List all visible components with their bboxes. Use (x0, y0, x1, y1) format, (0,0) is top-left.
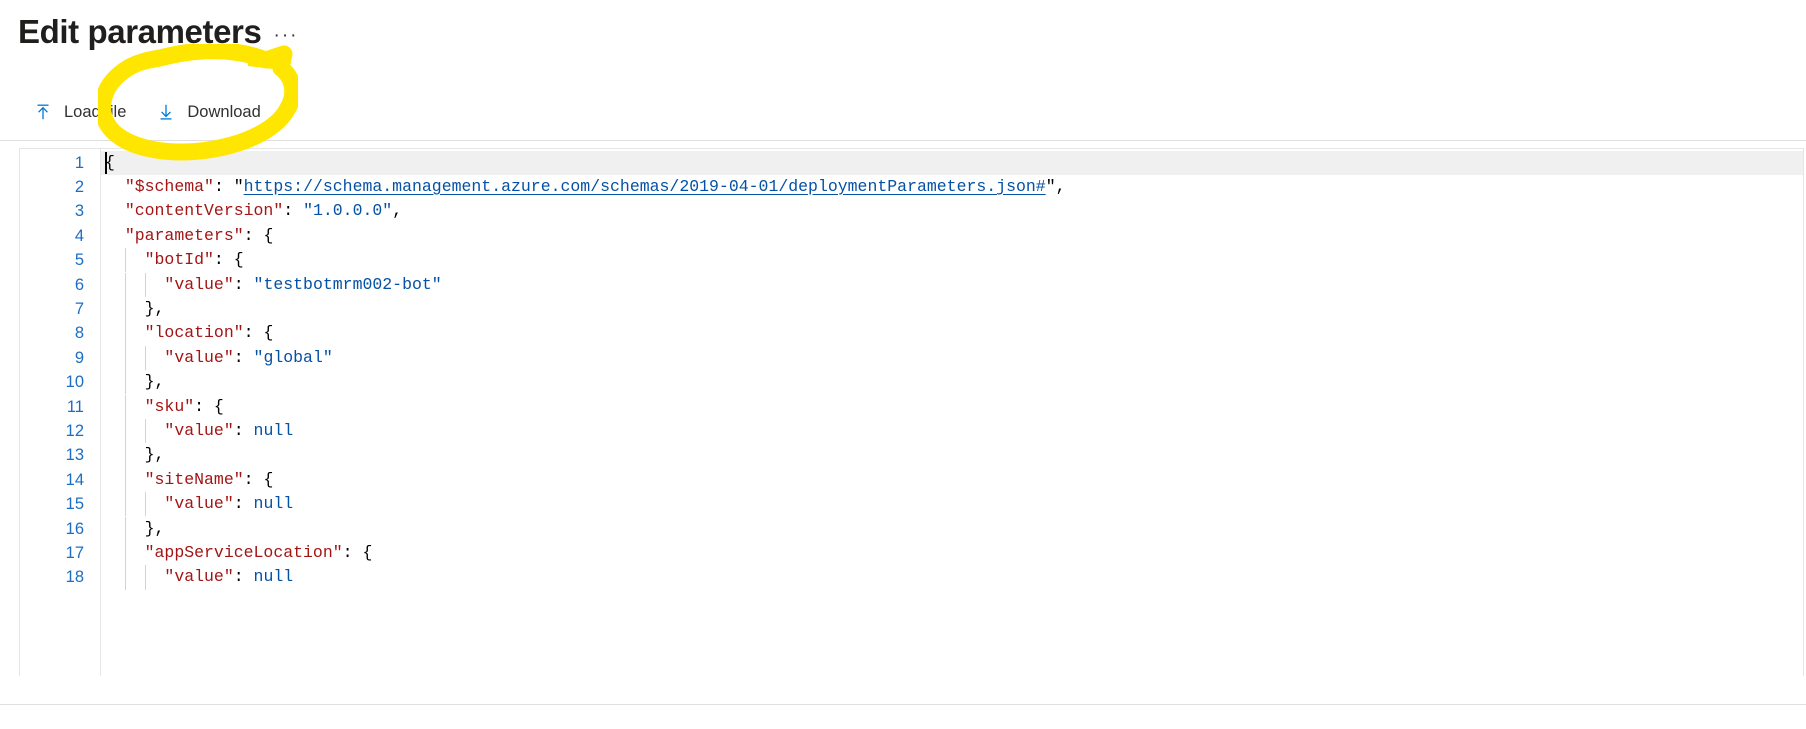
code-token: null (253, 420, 294, 440)
text-cursor (105, 151, 107, 174)
download-icon (156, 102, 176, 122)
line-number: 1 (74, 153, 84, 172)
line-number: 3 (74, 202, 84, 221)
command-bar: Load file Download (0, 88, 1806, 136)
code-line[interactable]: }, (101, 443, 165, 467)
line-number: 14 (65, 470, 84, 489)
line-number: 6 (74, 275, 84, 294)
line-number: 12 (65, 421, 84, 440)
line-number: 9 (74, 348, 84, 367)
code-token: : { (243, 225, 274, 245)
code-token: "global" (253, 347, 333, 367)
code-token: "testbotmrm002-bot" (253, 274, 442, 294)
code-line[interactable]: "value": null (101, 492, 293, 516)
code-line[interactable]: "value": "global" (101, 346, 333, 370)
code-token: }, (144, 518, 165, 538)
line-number: 7 (74, 299, 84, 318)
code-token: "sku" (144, 396, 195, 416)
code-token: "value" (164, 274, 234, 294)
code-token: : { (194, 396, 224, 416)
code-line[interactable]: "parameters": { (101, 224, 274, 248)
code-token: : (233, 347, 254, 367)
code-token: "parameters" (124, 225, 244, 245)
code-token: : (233, 494, 254, 514)
load-file-label: Load file (64, 102, 127, 121)
page-title: Edit parameters (18, 13, 262, 50)
code-token: , (392, 201, 403, 221)
line-number: 5 (74, 251, 84, 270)
line-number: 17 (65, 543, 84, 562)
code-token: : (233, 567, 254, 587)
line-number: 15 (65, 495, 84, 514)
line-number: 13 (65, 446, 84, 465)
line-number: 2 (74, 177, 84, 196)
line-number-gutter: 1 2 3 4 5 6 7 8 9 10 11 12 13 14 15 16 17 18 (20, 149, 101, 676)
code-line[interactable]: "sku": { (101, 395, 224, 419)
code-area[interactable]: { "$schema": "https://schema.management.… (101, 149, 1803, 676)
code-token: "value" (164, 347, 234, 367)
code-line[interactable]: }, (101, 517, 165, 541)
load-file-button[interactable]: Load file (22, 92, 137, 132)
line-number: 4 (74, 226, 84, 245)
code-token: }, (144, 445, 165, 465)
code-token: : (233, 274, 254, 294)
code-token: "value" (164, 494, 234, 514)
code-line[interactable]: }, (101, 297, 165, 321)
line-number: 16 (65, 519, 84, 538)
line-number: 18 (65, 568, 84, 587)
code-token: "contentVersion" (124, 201, 284, 221)
json-editor[interactable]: 1 2 3 4 5 6 7 8 9 10 11 12 13 14 15 16 17 18 { "$schema":… (19, 148, 1804, 676)
code-line[interactable]: "value": null (101, 419, 293, 443)
more-options-icon[interactable]: ··· (273, 22, 299, 48)
code-token: "appServiceLocation" (144, 542, 343, 562)
code-line[interactable]: "value": "testbotmrm002-bot" (101, 273, 442, 297)
download-button[interactable]: Download (145, 92, 271, 132)
code-token: "value" (164, 420, 234, 440)
code-token: null (253, 494, 294, 514)
current-line-highlight (101, 150, 1803, 175)
code-token: : (213, 176, 234, 196)
page-header: Edit parameters ··· (0, 0, 1806, 78)
line-number: 8 (74, 324, 84, 343)
code-line[interactable]: }, (101, 370, 165, 394)
line-number: 11 (66, 397, 84, 416)
code-line[interactable]: "botId": { (101, 248, 244, 272)
code-token: : { (342, 542, 373, 562)
download-label: Download (187, 102, 261, 121)
code-token: "botId" (144, 250, 214, 270)
code-token: "$schema" (124, 176, 214, 196)
toolbar-divider (0, 140, 1806, 141)
code-token: " (233, 176, 244, 196)
code-token: "location" (144, 323, 244, 343)
code-line[interactable]: "contentVersion": "1.0.0.0", (101, 199, 402, 223)
code-line[interactable]: "siteName": { (101, 468, 274, 492)
code-token: : (283, 201, 304, 221)
code-token: null (253, 567, 294, 587)
code-token: : { (243, 323, 274, 343)
code-line[interactable]: { (101, 151, 115, 175)
code-token: : { (243, 469, 274, 489)
code-token: }, (144, 298, 165, 318)
code-token: "1.0.0.0" (303, 201, 393, 221)
schema-url-link[interactable]: https://schema.management.azure.com/sche… (244, 177, 1046, 196)
code-token: }, (144, 372, 165, 392)
code-line[interactable]: "$schema": "https://schema.management.az… (101, 175, 1066, 199)
code-line[interactable]: "appServiceLocation": { (101, 541, 373, 565)
footer-divider (0, 704, 1806, 705)
code-token: : (233, 420, 254, 440)
code-line[interactable]: "value": null (101, 565, 293, 589)
code-token: ", (1045, 176, 1066, 196)
code-token: "value" (164, 567, 234, 587)
line-number: 10 (65, 373, 84, 392)
edit-parameters-page: Edit parameters ··· Load file Download 1… (0, 0, 1806, 729)
code-token: : { (213, 250, 244, 270)
code-line[interactable]: "location": { (101, 321, 274, 345)
code-token: "siteName" (144, 469, 244, 489)
upload-icon (33, 102, 53, 122)
